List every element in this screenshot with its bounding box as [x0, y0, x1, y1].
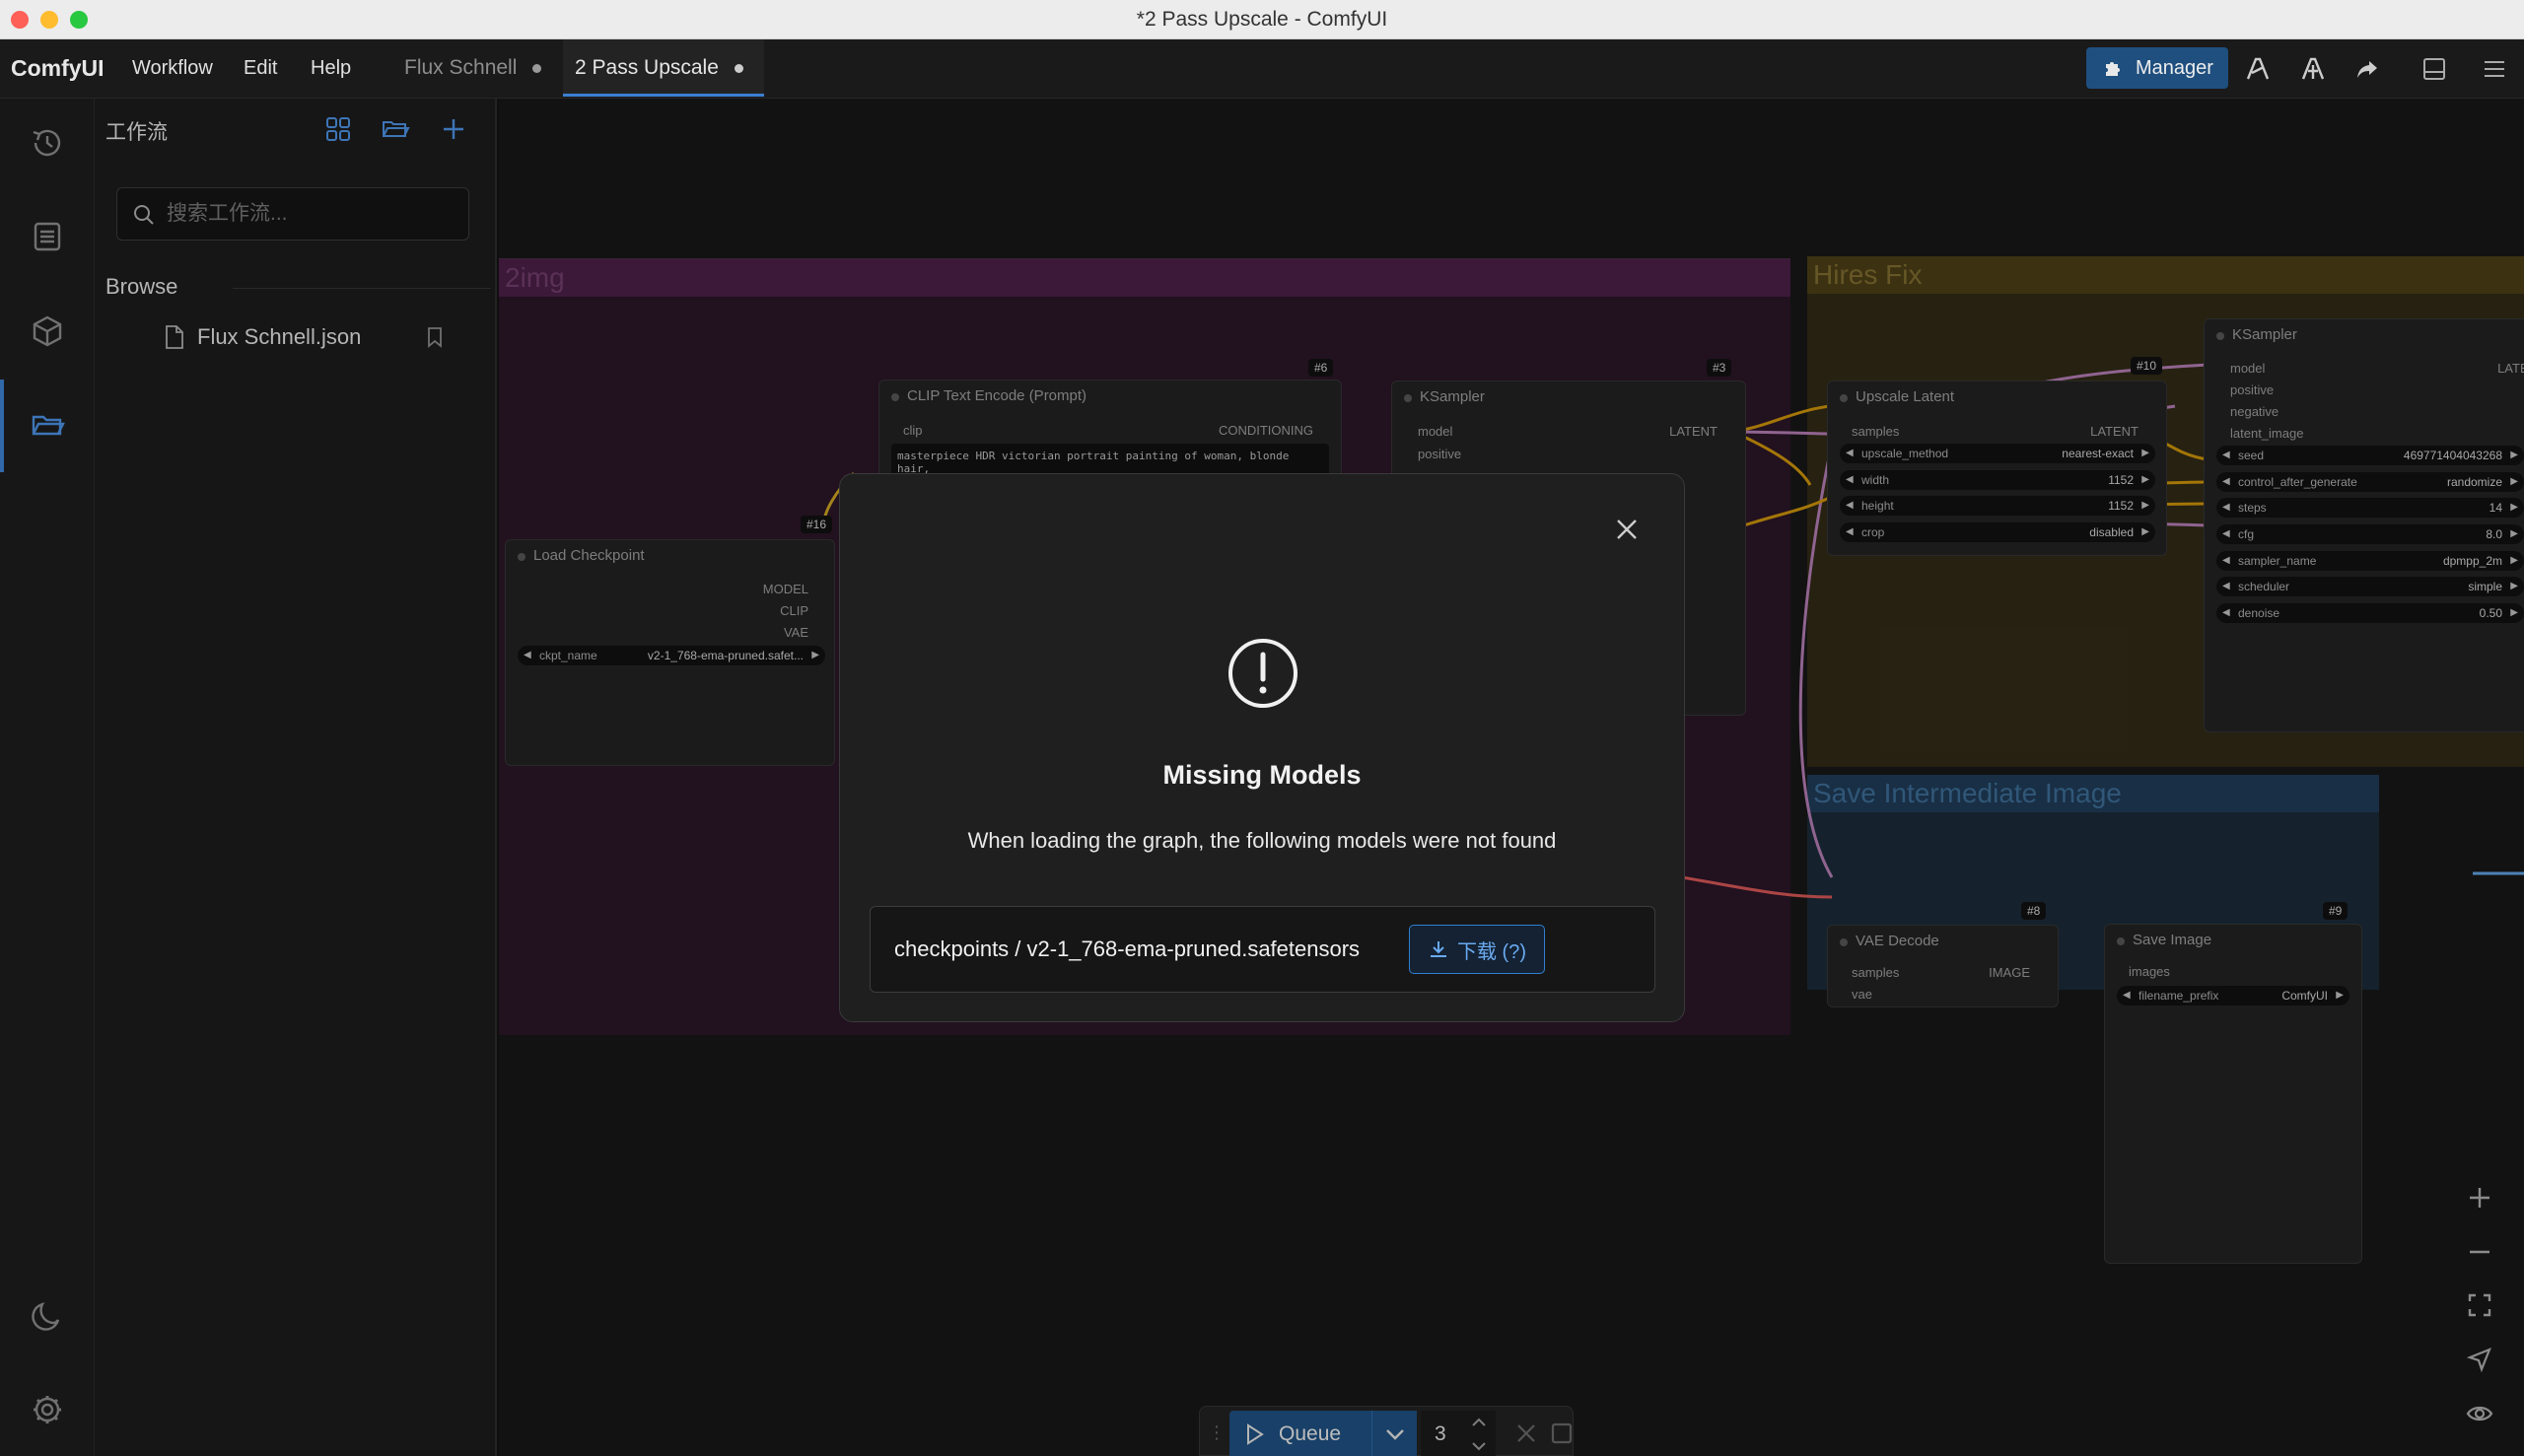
unsaved-dot-icon [734, 63, 743, 73]
dialog-message: When loading the graph, the following mo… [967, 828, 1557, 853]
toggle-panel-icon[interactable] [2417, 51, 2452, 87]
download-icon [1431, 941, 1446, 957]
tab-2-pass-upscale[interactable]: 2 Pass Upscale [563, 39, 764, 97]
hamburger-menu-icon[interactable] [2477, 51, 2512, 87]
manager-button[interactable]: Manager [2086, 47, 2228, 89]
exclamation-circle-icon [1228, 639, 1297, 708]
missing-model-item: checkpoints / v2-1_768-ema-pruned.safete… [870, 906, 1655, 993]
tab-label: Flux Schnell [404, 56, 518, 79]
download-button[interactable]: 下载 (?) [1409, 925, 1545, 974]
menu-edit[interactable]: Edit [244, 57, 277, 80]
unsaved-dot-icon [532, 63, 542, 73]
model-path: checkpoints / v2-1_768-ema-pruned.safete… [894, 936, 1361, 961]
download-label: 下载 (?) [1457, 940, 1526, 963]
tab-flux-schnell[interactable]: Flux Schnell [392, 39, 560, 97]
close-icon[interactable] [1612, 515, 1642, 544]
node-library-icon[interactable] [2293, 49, 2333, 89]
puzzle-icon [2106, 62, 2120, 76]
window-title: *2 Pass Upscale - ComfyUI [1136, 8, 1388, 31]
manager-label: Manager [2136, 56, 2213, 79]
dialog-title: Missing Models [1162, 760, 1362, 790]
menu-help[interactable]: Help [311, 57, 351, 80]
menu-workflow[interactable]: Workflow [132, 57, 213, 80]
share-icon[interactable] [2348, 49, 2387, 89]
missing-models-dialog: Missing Models When loading the graph, t… [839, 473, 1685, 1022]
tab-label: 2 Pass Upscale [575, 56, 719, 79]
window-titlebar: *2 Pass Upscale - ComfyUI [0, 0, 2524, 39]
app-brand: ComfyUI [11, 55, 105, 81]
model-manager-icon[interactable] [2238, 49, 2278, 89]
menubar: ComfyUI Workflow Edit Help Flux Schnell … [0, 39, 2524, 99]
